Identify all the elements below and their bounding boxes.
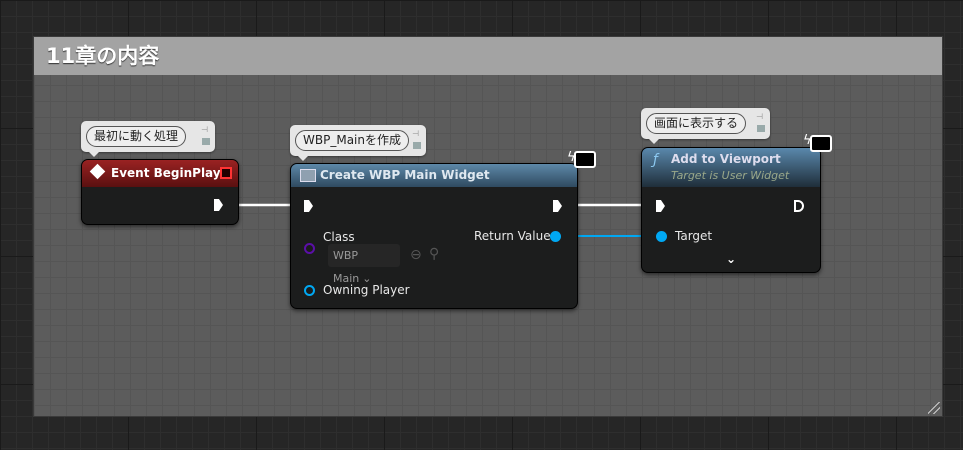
comment-text: 最初に動く処理 [86,126,187,147]
delegate-pin[interactable] [220,167,232,179]
node-event-beginplay[interactable]: Event BeginPlay [81,159,239,225]
exec-out-pin[interactable] [214,199,223,211]
class-value: WBP Main [333,249,360,285]
target-label: Target [675,229,713,243]
widget-icon [300,169,316,182]
exec-out-pin[interactable] [794,200,804,212]
node-title: Event BeginPlay [111,166,221,180]
target-pin[interactable] [656,231,667,242]
comment-text: WBP_Mainを作成 [295,130,409,151]
class-label: Class [323,230,355,244]
node-create-widget[interactable]: Create WBP Main Widget Class WBP Main ⌄ ⊖… [290,163,578,309]
comment-text: 画面に表示する [646,113,747,134]
monitor-icon [810,135,832,152]
pin-icon[interactable]: ⊣ [756,112,765,121]
expand-chevron-icon[interactable]: ⌄ [726,252,736,266]
class-dropdown[interactable]: WBP Main ⌄ [328,244,400,285]
return-value-pin[interactable] [550,231,561,242]
owning-player-pin[interactable] [304,285,315,296]
browse-search-icon[interactable]: ⚲ [429,246,439,262]
event-diamond-icon [89,163,106,180]
node-subtitle: Target is User Widget [671,169,790,182]
exec-in-pin[interactable] [656,200,665,212]
node-comment-bubble[interactable]: 画面に表示する ⊣ [641,108,770,144]
node-comment-bubble[interactable]: 最初に動く処理 ⊣ [81,121,215,157]
node-add-to-viewport[interactable]: ƒ Add to Viewport Target is User Widget … [641,147,821,273]
exec-in-pin[interactable] [304,200,313,212]
use-selected-icon[interactable]: ⊖ [410,247,422,263]
node-title: Create WBP Main Widget [320,168,490,182]
comment-title[interactable]: 11章の内容 [34,37,942,75]
pin-icon[interactable]: ⊣ [412,129,421,138]
node-comment-bubble[interactable]: WBP_Mainを作成 ⊣ [290,125,426,161]
node-title: Add to Viewport [671,152,781,166]
monitor-icon [574,151,596,168]
function-icon: ƒ [653,152,658,168]
class-pin[interactable] [304,243,315,254]
resize-handle-icon[interactable] [928,402,940,414]
toggle-icon[interactable] [413,142,421,149]
owning-player-label: Owning Player [323,283,410,297]
return-value-label: Return Value [474,229,551,243]
toggle-icon[interactable] [757,125,765,132]
pin-icon[interactable]: ⊣ [201,125,210,134]
exec-out-pin[interactable] [553,200,562,212]
toggle-icon[interactable] [202,138,210,145]
